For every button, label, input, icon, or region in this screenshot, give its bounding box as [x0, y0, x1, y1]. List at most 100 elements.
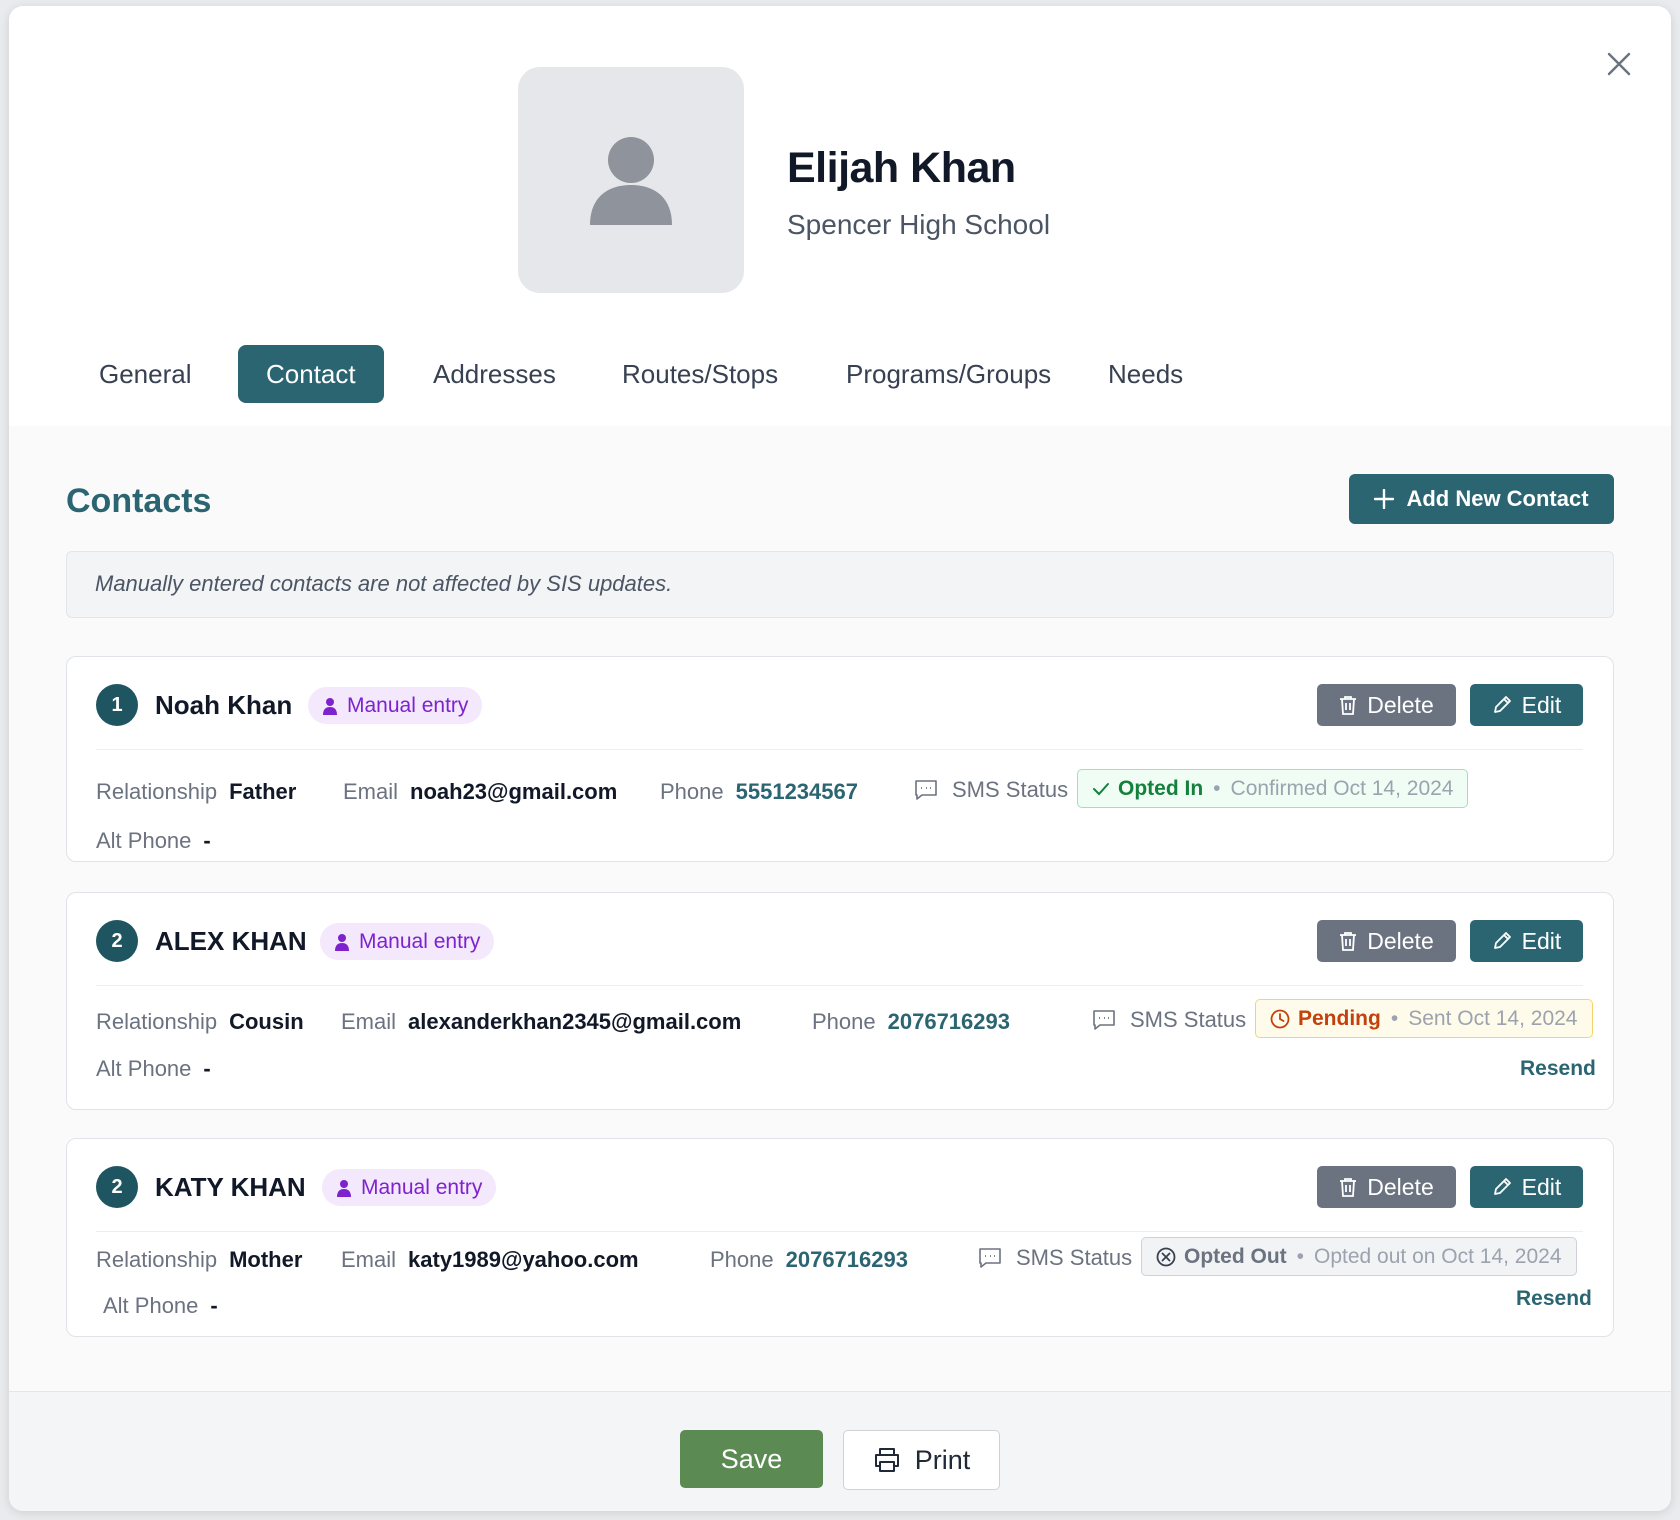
alt-phone-value: -	[210, 1293, 218, 1318]
delete-button[interactable]: Delete	[1317, 684, 1456, 726]
phone-value[interactable]: 5551234567	[736, 779, 858, 804]
close-button[interactable]	[1599, 44, 1639, 84]
avatar	[518, 67, 744, 293]
delete-label: Delete	[1367, 1173, 1434, 1200]
pencil-icon	[1493, 932, 1511, 949]
alt-phone-label: Alt Phone	[103, 1293, 199, 1318]
tab-routes-stops[interactable]: Routes/Stops	[594, 345, 806, 403]
alt-phone-field: Alt Phone -	[103, 1293, 218, 1319]
manual-entry-label: Manual entry	[359, 930, 481, 953]
pencil-icon	[1493, 1178, 1511, 1195]
relationship-field: Relationship Cousin	[96, 1009, 304, 1035]
sms-status-label: SMS Status	[1130, 1007, 1247, 1032]
delete-button[interactable]: Delete	[1317, 920, 1456, 962]
edit-label: Edit	[1521, 927, 1562, 954]
contact-name: ALEX KHAN	[155, 926, 307, 956]
contact-card: 1 Noah Khan Manual entry Delete Edit Rel…	[66, 656, 1614, 862]
alt-phone-value: -	[203, 828, 211, 853]
relationship-value: Mother	[229, 1247, 303, 1272]
status-separator: •	[1390, 1006, 1399, 1030]
sms-status-value: Opted In	[1118, 776, 1204, 800]
phone-label: Phone	[660, 779, 724, 804]
resend-link[interactable]: Resend	[1520, 1057, 1596, 1081]
sis-notice: Manually entered contacts are not affect…	[66, 551, 1614, 618]
delete-label: Delete	[1367, 691, 1434, 718]
email-value: noah23@gmail.com	[410, 779, 618, 804]
modal-footer: Save Print	[9, 1391, 1671, 1511]
manual-entry-label: Manual entry	[361, 1176, 483, 1199]
tab-contact[interactable]: Contact	[238, 345, 384, 403]
status-separator: •	[1296, 1244, 1305, 1268]
add-new-contact-label: Add New Contact	[1406, 486, 1589, 511]
manual-entry-badge: Manual entry	[308, 687, 483, 724]
relationship-field: Relationship Father	[96, 779, 296, 805]
delete-label: Delete	[1367, 927, 1434, 954]
tab-addresses[interactable]: Addresses	[405, 345, 584, 403]
contact-card: 2 ALEX KHAN Manual entry Delete Edit Rel…	[66, 892, 1614, 1110]
tab-needs[interactable]: Needs	[1080, 345, 1211, 403]
phone-field: Phone 2076716293	[710, 1247, 908, 1273]
relationship-label: Relationship	[96, 779, 218, 804]
tab-general[interactable]: General	[71, 345, 220, 403]
person-icon	[337, 1179, 351, 1197]
contact-card: 2 KATY KHAN Manual entry Delete Edit Rel…	[66, 1138, 1614, 1337]
delete-button[interactable]: Delete	[1317, 1166, 1456, 1208]
edit-button[interactable]: Edit	[1470, 920, 1583, 962]
sms-status-label: SMS Status	[952, 777, 1069, 802]
tab-programs-groups[interactable]: Programs/Groups	[818, 345, 1079, 403]
alt-phone-field: Alt Phone -	[96, 828, 211, 854]
edit-label: Edit	[1521, 691, 1562, 718]
trash-icon	[1340, 932, 1357, 951]
resend-link[interactable]: Resend	[1516, 1287, 1592, 1311]
sms-status-badge: Opted In • Confirmed Oct 14, 2024	[1077, 769, 1469, 808]
manual-entry-badge: Manual entry	[322, 1169, 497, 1206]
student-modal: Elijah Khan Spencer High School General …	[9, 6, 1671, 1511]
manual-entry-label: Manual entry	[347, 694, 469, 717]
user-placeholder-icon	[590, 137, 672, 225]
email-label: Email	[341, 1009, 397, 1034]
alt-phone-field: Alt Phone -	[96, 1056, 211, 1082]
relationship-field: Relationship Mother	[96, 1247, 302, 1273]
x-circle-icon	[1156, 1247, 1176, 1266]
check-icon	[1093, 782, 1109, 795]
phone-field: Phone 5551234567	[660, 779, 858, 805]
relationship-value: Cousin	[229, 1009, 304, 1034]
edit-label: Edit	[1521, 1173, 1562, 1200]
sms-status-meta: Opted out on Oct 14, 2024	[1314, 1244, 1562, 1268]
email-label: Email	[343, 779, 399, 804]
trash-icon	[1340, 1178, 1357, 1197]
add-new-contact-button[interactable]: Add New Contact	[1349, 474, 1614, 524]
email-field: Email katy1989@yahoo.com	[341, 1247, 639, 1273]
alt-phone-label: Alt Phone	[96, 828, 192, 853]
print-button[interactable]: Print	[843, 1430, 1000, 1490]
message-icon	[979, 1248, 1001, 1268]
contact-number-badge: 2	[96, 920, 138, 962]
alt-phone-label: Alt Phone	[96, 1056, 192, 1081]
edit-button[interactable]: Edit	[1470, 684, 1583, 726]
email-field: Email noah23@gmail.com	[343, 779, 617, 805]
phone-value[interactable]: 2076716293	[888, 1009, 1010, 1034]
contacts-heading: Contacts	[66, 482, 212, 520]
phone-value[interactable]: 2076716293	[786, 1247, 908, 1272]
sms-status-value: Opted Out	[1184, 1244, 1287, 1268]
plus-icon	[1374, 489, 1395, 509]
message-icon	[915, 780, 937, 800]
sms-status-badge: Opted Out • Opted out on Oct 14, 2024	[1141, 1237, 1577, 1276]
sms-status-label: SMS Status	[1016, 1245, 1133, 1270]
clock-icon	[1270, 1009, 1290, 1028]
sms-status-meta: Sent Oct 14, 2024	[1408, 1006, 1578, 1030]
sms-status-field: SMS Status	[1092, 1007, 1246, 1033]
save-button[interactable]: Save	[680, 1430, 823, 1488]
message-icon	[1093, 1010, 1115, 1030]
contact-name: KATY KHAN	[155, 1172, 306, 1202]
pencil-icon	[1493, 696, 1511, 713]
alt-phone-value: -	[203, 1056, 211, 1081]
email-label: Email	[341, 1247, 397, 1272]
print-label: Print	[914, 1444, 971, 1475]
manual-entry-badge: Manual entry	[320, 923, 495, 960]
trash-icon	[1340, 696, 1357, 715]
sms-status-field: SMS Status	[914, 777, 1068, 803]
email-field: Email alexanderkhan2345@gmail.com	[341, 1009, 741, 1035]
student-school: Spencer High School	[787, 209, 1051, 240]
edit-button[interactable]: Edit	[1470, 1166, 1583, 1208]
